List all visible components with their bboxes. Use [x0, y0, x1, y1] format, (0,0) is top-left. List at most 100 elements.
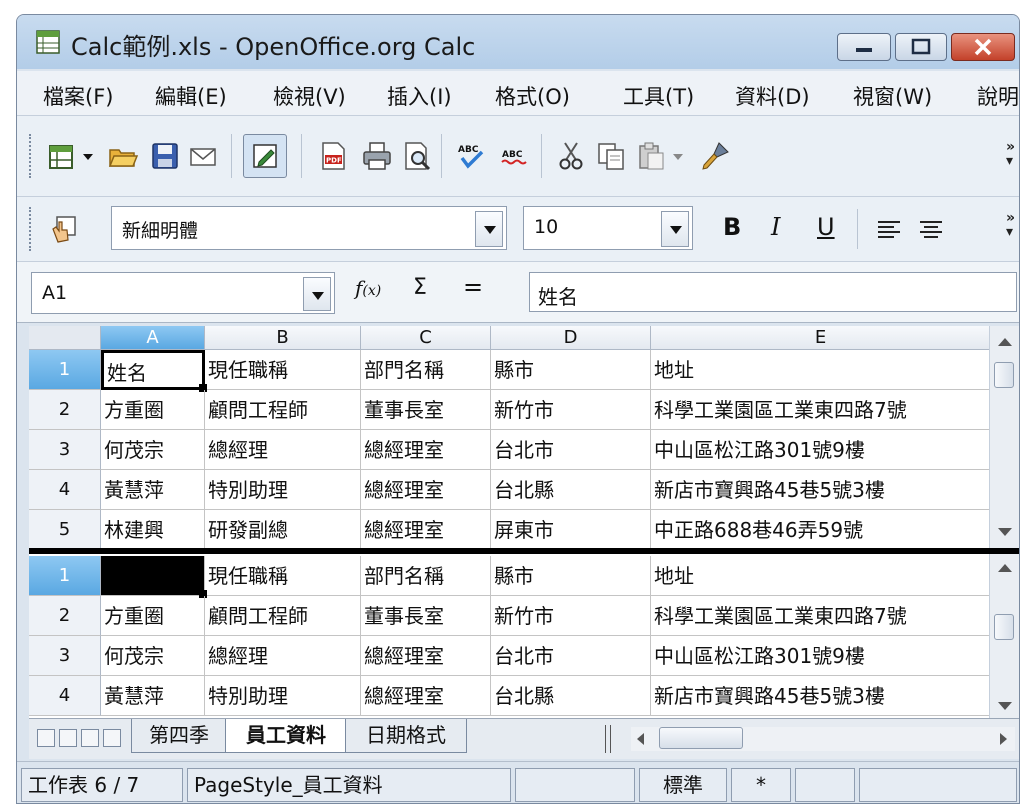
column-header-e[interactable]: E — [651, 326, 989, 350]
font-size-combo[interactable]: 10 — [523, 206, 693, 250]
styles-hand-icon[interactable] — [47, 213, 79, 245]
table-cell[interactable]: 新竹市 — [491, 596, 651, 636]
row-header[interactable]: 4 — [29, 470, 101, 510]
sheet-pane-bottom[interactable]: 1 現任職稱 部門名稱 縣市 地址 2 方重圈 顧問工程師 董事長室 新竹市 科… — [29, 554, 989, 718]
selected-cell[interactable] — [101, 556, 205, 596]
email-icon[interactable] — [187, 140, 219, 172]
scroll-right-icon[interactable] — [1000, 733, 1007, 745]
underline-button[interactable]: U — [817, 213, 835, 241]
table-cell[interactable]: 現任職稱 — [205, 556, 361, 596]
column-header-d[interactable]: D — [491, 326, 651, 350]
table-cell[interactable]: 屏東市 — [491, 510, 651, 548]
table-cell[interactable]: 中山區松江路301號9樓 — [651, 636, 989, 676]
next-sheet-button[interactable] — [81, 729, 99, 747]
table-cell[interactable]: 中正路688巷46弄59號 — [651, 510, 989, 548]
edit-mode-button[interactable] — [243, 134, 287, 178]
open-folder-icon[interactable] — [107, 140, 139, 172]
menu-file[interactable]: 檔案(F) — [43, 81, 113, 111]
table-cell[interactable]: 研發副總 — [205, 510, 361, 548]
export-pdf-icon[interactable]: PDF — [317, 140, 349, 172]
row-header[interactable]: 3 — [29, 430, 101, 470]
row-header[interactable]: 3 — [29, 636, 101, 676]
vertical-scrollbar-top[interactable] — [989, 326, 1019, 548]
table-cell[interactable]: 特別助理 — [205, 470, 361, 510]
table-cell[interactable]: 方重圈 — [101, 596, 205, 636]
format-paintbrush-icon[interactable] — [699, 140, 731, 172]
table-cell[interactable]: 特別助理 — [205, 676, 361, 716]
function-wizard-icon[interactable]: f(x) — [355, 276, 381, 300]
maximize-button[interactable] — [895, 33, 947, 61]
table-cell[interactable]: 顧問工程師 — [205, 390, 361, 430]
scroll-down-icon[interactable] — [998, 702, 1012, 710]
menu-help[interactable]: 說明 — [977, 81, 1019, 111]
menu-window[interactable]: 視窗(W) — [853, 81, 932, 111]
page-style[interactable]: PageStyle_員工資料 — [187, 768, 511, 802]
dropdown-arrow-icon[interactable] — [81, 146, 95, 166]
table-cell[interactable]: 總經理室 — [361, 510, 491, 548]
sheet-tab-active[interactable]: 員工資料 — [225, 719, 347, 753]
table-cell[interactable]: 顧問工程師 — [205, 596, 361, 636]
scroll-down-icon[interactable] — [998, 528, 1012, 536]
scroll-up-icon[interactable] — [998, 338, 1012, 346]
table-cell[interactable]: 台北市 — [491, 636, 651, 676]
resize-handle[interactable] — [1019, 723, 1020, 753]
menu-tools[interactable]: 工具(T) — [623, 81, 694, 111]
menu-data[interactable]: 資料(D) — [735, 81, 810, 111]
table-cell[interactable]: 中山區松江路301號9樓 — [651, 430, 989, 470]
minimize-button[interactable] — [837, 33, 891, 61]
row-header[interactable]: 1 — [29, 556, 101, 596]
italic-button[interactable]: I — [771, 213, 780, 241]
scroll-thumb[interactable] — [659, 727, 743, 749]
table-cell[interactable]: 科學工業園區工業東四路7號 — [651, 596, 989, 636]
toolbar-grip[interactable] — [29, 134, 35, 178]
table-cell[interactable]: 台北縣 — [491, 470, 651, 510]
font-name-combo[interactable]: 新細明體 — [111, 206, 507, 250]
select-all-corner[interactable] — [29, 326, 101, 350]
table-cell[interactable]: 總經理室 — [361, 470, 491, 510]
menu-format[interactable]: 格式(O) — [495, 81, 570, 111]
save-icon[interactable] — [149, 140, 181, 172]
scroll-thumb[interactable] — [994, 614, 1014, 640]
prev-sheet-button[interactable] — [59, 729, 77, 747]
auto-spellcheck-icon[interactable]: ABC — [499, 140, 531, 172]
align-left-icon[interactable] — [873, 213, 905, 245]
table-cell[interactable]: 方重圈 — [101, 390, 205, 430]
table-cell[interactable]: 新店市寶興路45巷5號3樓 — [651, 470, 989, 510]
align-center-icon[interactable] — [915, 213, 947, 245]
table-cell[interactable]: 縣市 — [491, 556, 651, 596]
row-header[interactable]: 1 — [29, 350, 101, 390]
paste-icon[interactable] — [635, 140, 667, 172]
font-name-dropdown-button[interactable] — [475, 211, 503, 247]
column-header-c[interactable]: C — [361, 326, 491, 350]
paste-dropdown-icon[interactable] — [671, 146, 685, 166]
scroll-left-icon[interactable] — [637, 733, 644, 745]
sheet-tab[interactable]: 日期格式 — [345, 719, 467, 753]
table-cell[interactable]: 何茂宗 — [101, 430, 205, 470]
vertical-scrollbar-bottom[interactable] — [989, 554, 1019, 718]
table-cell[interactable]: 董事長室 — [361, 390, 491, 430]
table-cell[interactable]: 縣市 — [491, 350, 651, 390]
table-cell[interactable]: 地址 — [651, 350, 989, 390]
new-document-icon[interactable] — [45, 140, 77, 172]
copy-icon[interactable] — [595, 140, 627, 172]
table-cell[interactable]: 董事長室 — [361, 596, 491, 636]
table-cell[interactable]: 台北市 — [491, 430, 651, 470]
table-cell[interactable]: 總經理 — [205, 636, 361, 676]
table-cell[interactable]: 黃慧萍 — [101, 676, 205, 716]
menu-edit[interactable]: 編輯(E) — [155, 81, 227, 111]
selection-mode[interactable]: 標準 — [639, 768, 727, 802]
tab-split-handle[interactable] — [605, 725, 611, 753]
sheet-pane-top[interactable]: A B C D E 1 姓名 現任職稱 部門名稱 縣市 地址 2 方重圈 顧問工… — [29, 326, 989, 548]
table-cell[interactable]: 部門名稱 — [361, 350, 491, 390]
table-cell[interactable]: 林建興 — [101, 510, 205, 548]
first-sheet-button[interactable] — [37, 729, 55, 747]
active-cell[interactable]: 姓名 — [101, 350, 205, 390]
toolbar-overflow-icon[interactable]: » ▾ — [1006, 140, 1015, 168]
table-cell[interactable]: 總經理室 — [361, 676, 491, 716]
close-button[interactable] — [951, 33, 1015, 61]
toolbar-overflow-icon[interactable]: » ▾ — [1006, 211, 1015, 239]
table-cell[interactable]: 何茂宗 — [101, 636, 205, 676]
column-header-b[interactable]: B — [205, 326, 361, 350]
table-cell[interactable]: 科學工業園區工業東四路7號 — [651, 390, 989, 430]
scroll-up-icon[interactable] — [998, 564, 1012, 572]
